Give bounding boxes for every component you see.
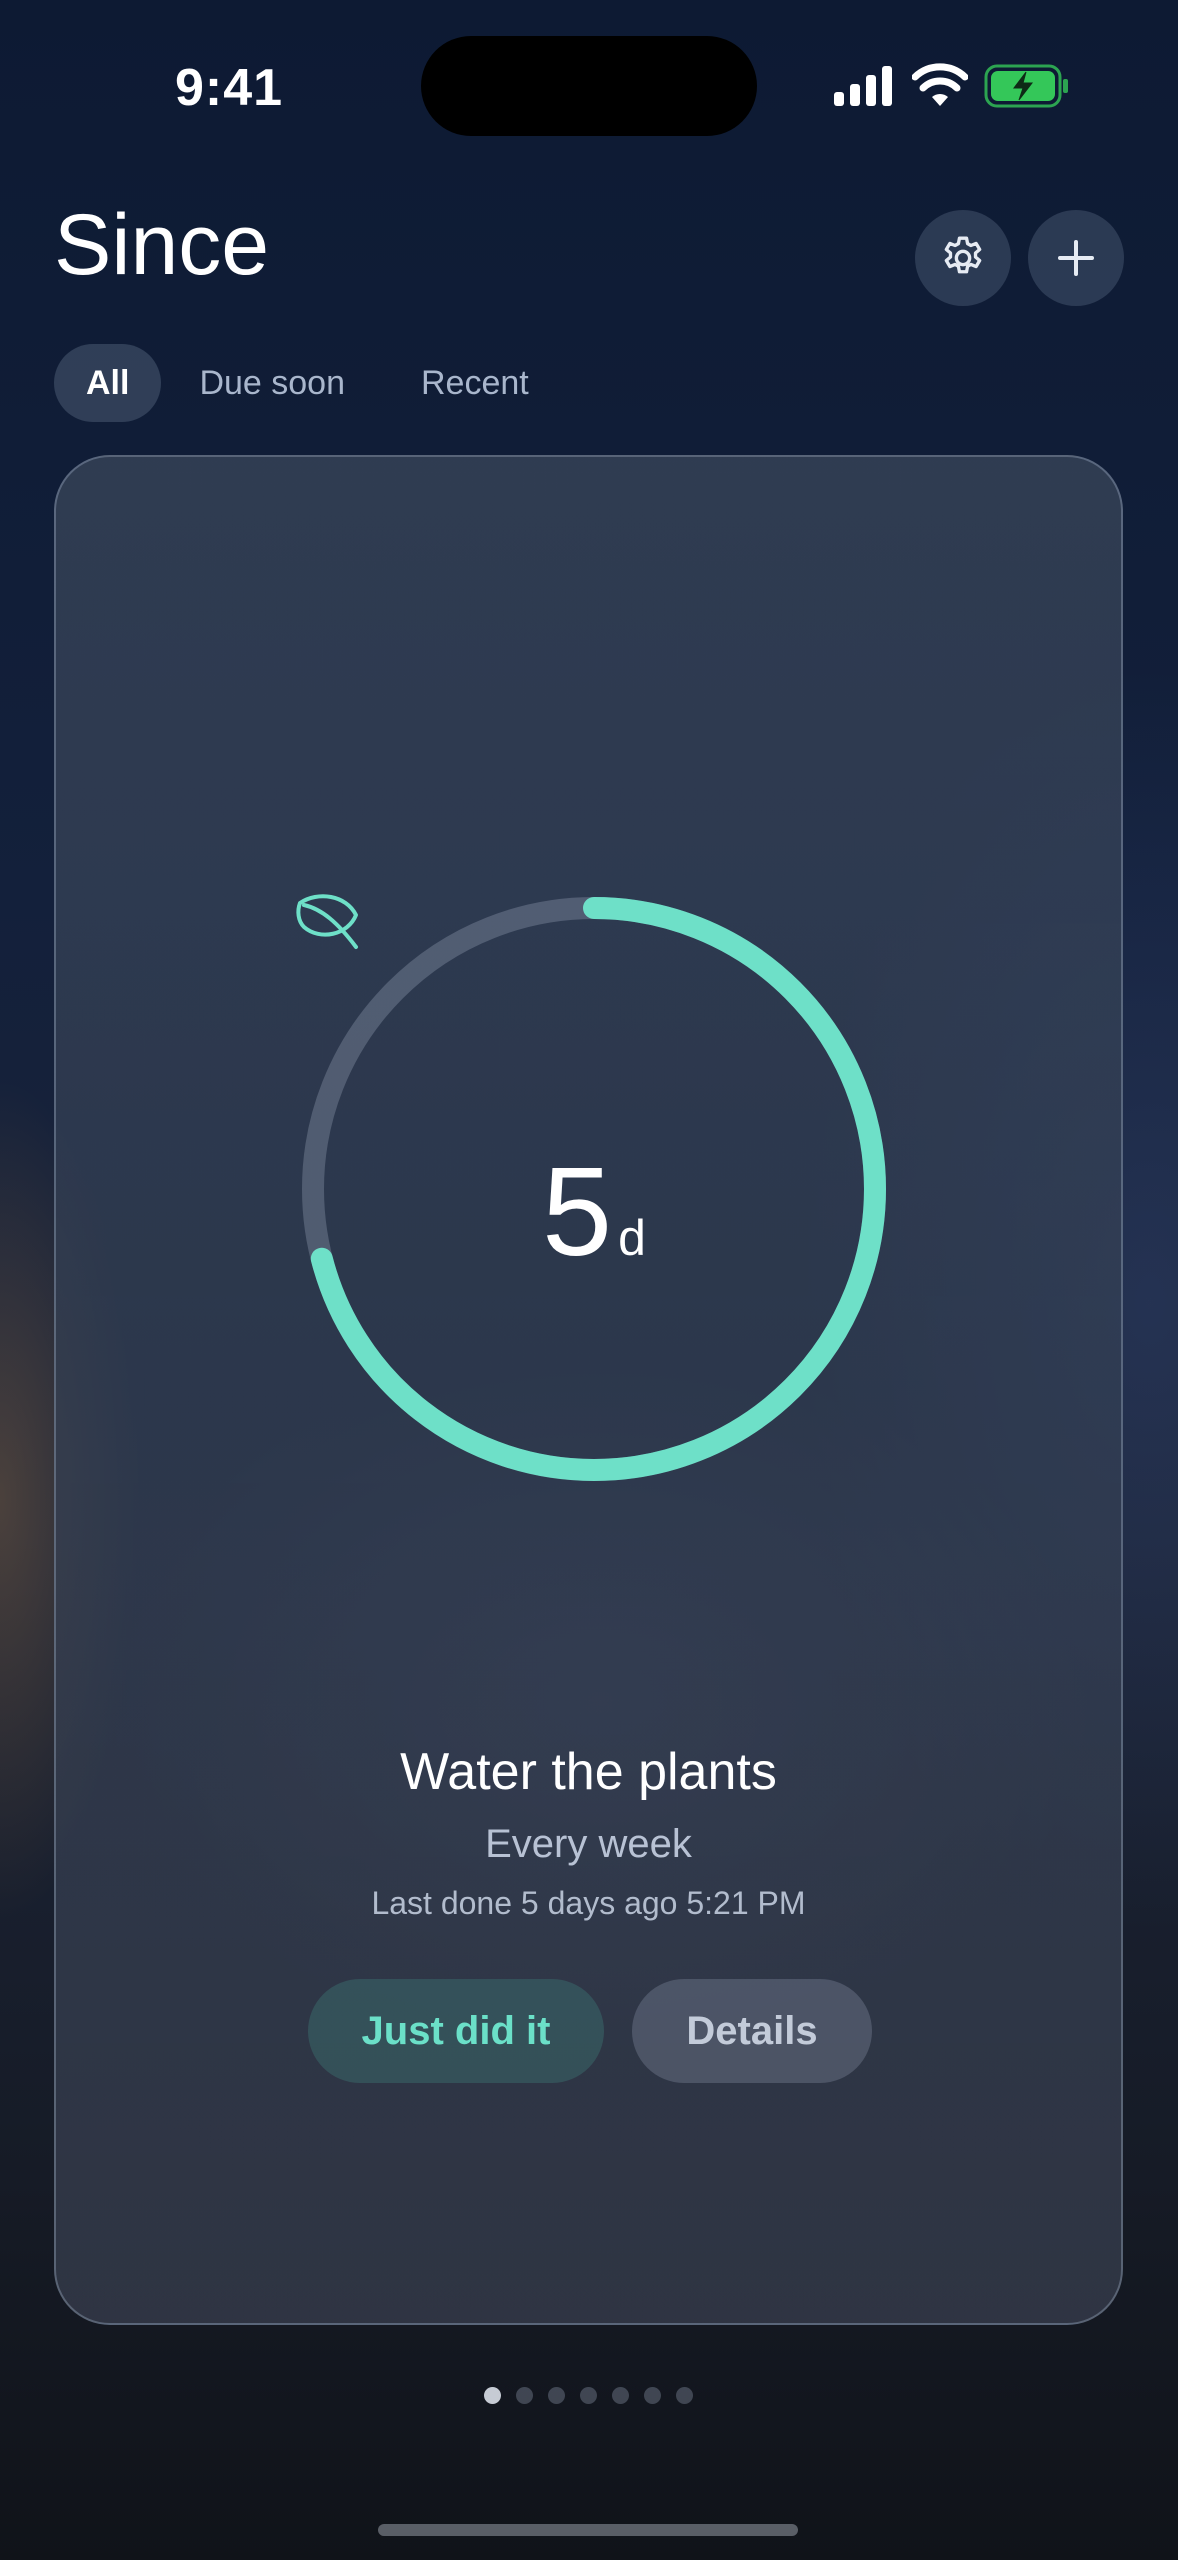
home-indicator (378, 2524, 798, 2536)
page-title: Since (54, 197, 270, 293)
elapsed-value: 5 (542, 1141, 613, 1282)
status-time: 9:41 (175, 59, 284, 117)
progress-ring: 5d (294, 889, 894, 1489)
page-dot[interactable] (644, 2387, 661, 2404)
task-card[interactable]: 5d Water the plants Every week Last done… (54, 455, 1123, 2325)
task-frequency: Every week (485, 1822, 692, 1866)
elapsed-time: 5d (294, 1139, 894, 1284)
page-indicator[interactable] (484, 2387, 708, 2404)
task-title: Water the plants (400, 1743, 777, 1801)
dynamic-island (421, 36, 757, 136)
page-dot[interactable] (676, 2387, 693, 2404)
settings-button[interactable] (915, 210, 1011, 306)
gear-icon (944, 236, 982, 274)
filter-tabs: All Due soon Recent (54, 344, 567, 422)
page-dot[interactable] (548, 2387, 565, 2404)
leaf-icon (296, 894, 358, 949)
tab-due-soon[interactable]: Due soon (161, 344, 383, 422)
wifi-icon (912, 63, 968, 106)
tab-all[interactable]: All (54, 344, 162, 422)
battery-charging-icon (984, 64, 1068, 108)
page-dot[interactable] (484, 2387, 501, 2404)
task-last-done: Last done 5 days ago 5:21 PM (371, 1885, 806, 1921)
just-did-it-button[interactable]: Just did it (308, 1979, 604, 2083)
elapsed-unit: d (618, 1210, 646, 1266)
tab-recent[interactable]: Recent (383, 344, 567, 422)
page-dot[interactable] (612, 2387, 629, 2404)
page-dot[interactable] (516, 2387, 533, 2404)
plus-icon (1058, 240, 1094, 276)
details-button[interactable]: Details (632, 1979, 872, 2083)
signal-icon (834, 66, 892, 106)
page-dot[interactable] (580, 2387, 597, 2404)
add-button[interactable] (1028, 210, 1124, 306)
